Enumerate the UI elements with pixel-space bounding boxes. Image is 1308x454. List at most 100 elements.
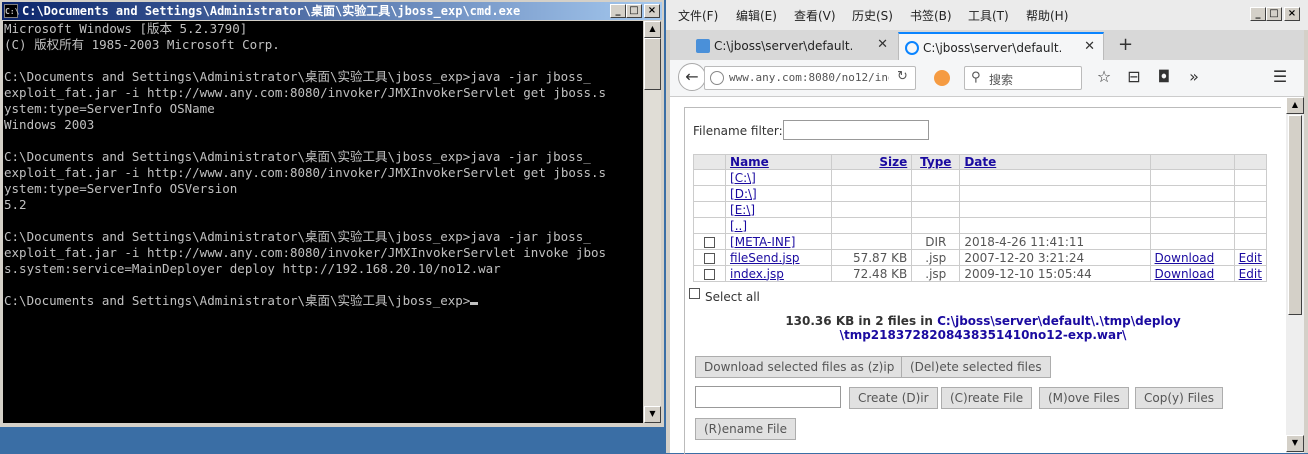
globe-icon <box>710 71 724 85</box>
edit-cell: Edit <box>1233 249 1268 266</box>
file-link[interactable]: [..] <box>730 219 747 233</box>
row-select-cell <box>692 169 727 186</box>
col-type[interactable]: Type <box>911 154 961 170</box>
menu-bookmarks[interactable]: 书签(B) <box>910 7 952 24</box>
tab-1[interactable]: C:\jboss\server\default… ✕ <box>690 32 896 60</box>
download-cell <box>1149 185 1235 202</box>
download-zip-button[interactable]: Download selected files as (z)ip <box>695 356 904 378</box>
file-table: Name Size Type Date [C:\] [D:\] [E:\] [..] [… <box>692 154 1268 282</box>
scroll-thumb[interactable] <box>1288 115 1302 315</box>
download-cell <box>1149 217 1235 234</box>
path-link-1[interactable]: C:\jboss\server\default\.\tmp\deploy <box>937 314 1181 328</box>
filename-filter-input[interactable] <box>783 120 929 140</box>
file-link[interactable]: [E:\] <box>730 203 755 217</box>
file-link[interactable]: fileSend.jsp <box>730 251 800 265</box>
col-select <box>692 154 727 170</box>
console-output[interactable]: Microsoft Windows [版本 5.2.3790] (C) 版权所有… <box>3 21 643 423</box>
table-row: [D:\] <box>692 185 1268 202</box>
download-link[interactable]: Download <box>1155 251 1215 265</box>
name-input[interactable] <box>695 386 841 408</box>
close-button[interactable]: × <box>644 4 660 18</box>
delete-files-button[interactable]: (Del)ete selected files <box>901 356 1051 378</box>
minimize-button[interactable]: _ <box>610 4 626 18</box>
type-cell: .jsp <box>911 265 961 282</box>
scroll-down-arrow-icon[interactable]: ▼ <box>644 406 661 423</box>
create-dir-button[interactable]: Create (D)ir <box>849 387 938 409</box>
cmd-titlebar[interactable]: C:\ C:\Documents and Settings\Administra… <box>2 2 662 20</box>
bookmark-star-icon[interactable]: ☆ <box>1090 63 1118 91</box>
type-cell <box>911 169 961 186</box>
addon-icon[interactable] <box>934 70 950 86</box>
rename-file-button[interactable]: (R)ename File <box>695 418 797 440</box>
scroll-down-arrow-icon[interactable]: ▼ <box>1286 435 1304 452</box>
menu-edit[interactable]: 编辑(E) <box>736 7 777 24</box>
ff-maximize-button[interactable]: □ <box>1266 7 1282 21</box>
console-line: exploit_fat.jar -i http://www.any.com:80… <box>4 165 607 180</box>
search-icon: ⚲ <box>971 70 981 85</box>
scroll-up-arrow-icon[interactable]: ▲ <box>1286 97 1304 114</box>
tab-strip: C:\jboss\server\default… ✕ C:\jboss\serv… <box>670 30 1304 60</box>
ff-minimize-button[interactable]: _ <box>1250 7 1266 21</box>
download-cell: Download <box>1149 265 1235 282</box>
reload-icon[interactable]: ↻ <box>897 69 908 84</box>
menu-view[interactable]: 查看(V) <box>794 7 836 24</box>
new-tab-button[interactable]: + <box>1118 34 1133 55</box>
close-tab-icon[interactable]: ✕ <box>877 37 888 52</box>
menu-help[interactable]: 帮助(H) <box>1026 7 1068 24</box>
size-cell <box>831 233 913 250</box>
move-files-button[interactable]: (M)ove Files <box>1039 387 1129 409</box>
overflow-chevron-icon[interactable]: » <box>1180 63 1208 91</box>
row-checkbox[interactable] <box>704 236 716 248</box>
path-link-2[interactable]: \tmp2183728208438351410no12-exp.war\ <box>840 328 1127 342</box>
edit-link[interactable]: Edit <box>1239 251 1262 265</box>
type-cell <box>911 217 961 234</box>
console-line: ystem:type=ServerInfo OSName <box>4 101 215 116</box>
firefox-window: 文件(F) 编辑(E) 查看(V) 历史(S) 书签(B) 工具(T) 帮助(H… <box>666 0 1308 454</box>
name-cell: fileSend.jsp <box>725 249 833 266</box>
col-name[interactable]: Name <box>725 154 833 170</box>
cmd-scrollbar[interactable]: ▲ ▼ <box>644 21 661 423</box>
menu-file[interactable]: 文件(F) <box>678 7 718 24</box>
console-line: (C) 版权所有 1985-2003 Microsoft Corp. <box>4 37 280 52</box>
maximize-button[interactable]: □ <box>626 4 642 18</box>
close-tab-icon[interactable]: ✕ <box>1084 39 1095 54</box>
tab-label: C:\jboss\server\default… <box>923 41 1061 55</box>
scroll-up-arrow-icon[interactable]: ▲ <box>644 21 661 38</box>
row-select-cell <box>692 217 727 234</box>
console-text: Microsoft Windows [版本 5.2.3790] (C) 版权所有… <box>3 21 643 309</box>
copy-files-button[interactable]: Cop(y) Files <box>1135 387 1223 409</box>
ff-close-button[interactable]: × <box>1284 7 1300 21</box>
loading-icon <box>905 41 919 55</box>
console-line: C:\Documents and Settings\Administrator\… <box>4 69 591 84</box>
row-checkbox[interactable] <box>704 268 716 280</box>
url-bar[interactable]: www.any.com:8080/no12/inde ↻ <box>704 66 916 90</box>
search-bar[interactable]: ⚲ 搜索 <box>964 66 1082 90</box>
row-select-cell <box>692 265 727 282</box>
menu-tools[interactable]: 工具(T) <box>968 7 1009 24</box>
date-cell <box>959 169 1151 186</box>
back-arrow-icon[interactable]: ← <box>678 63 706 91</box>
cmd-icon: C:\ <box>4 4 19 18</box>
col-date[interactable]: Date <box>959 154 1151 170</box>
page-scrollbar[interactable]: ▲ ▼ <box>1286 97 1304 453</box>
tab-2-active[interactable]: C:\jboss\server\default… ✕ <box>898 32 1104 60</box>
create-file-button[interactable]: (C)reate File <box>941 387 1033 409</box>
pocket-icon[interactable]: ◘ <box>1150 63 1178 91</box>
scroll-thumb[interactable] <box>644 38 661 90</box>
library-icon[interactable]: ⊟ <box>1120 63 1148 91</box>
file-link[interactable]: [D:\] <box>730 187 757 201</box>
console-line: 5.2 <box>4 197 27 212</box>
table-row: [..] <box>692 217 1268 234</box>
file-link[interactable]: index.jsp <box>730 267 784 281</box>
edit-link[interactable]: Edit <box>1239 267 1262 281</box>
row-checkbox[interactable] <box>704 252 716 264</box>
menu-history[interactable]: 历史(S) <box>852 7 893 24</box>
file-link[interactable]: [C:\] <box>730 171 756 185</box>
col-size[interactable]: Size <box>831 154 913 170</box>
download-link[interactable]: Download <box>1155 267 1215 281</box>
file-link[interactable]: [META-INF] <box>730 235 795 249</box>
hamburger-menu-icon[interactable]: ☰ <box>1266 63 1294 91</box>
tab-label: C:\jboss\server\default… <box>714 39 852 53</box>
edit-cell <box>1233 217 1268 234</box>
select-all-checkbox[interactable] <box>689 288 700 299</box>
